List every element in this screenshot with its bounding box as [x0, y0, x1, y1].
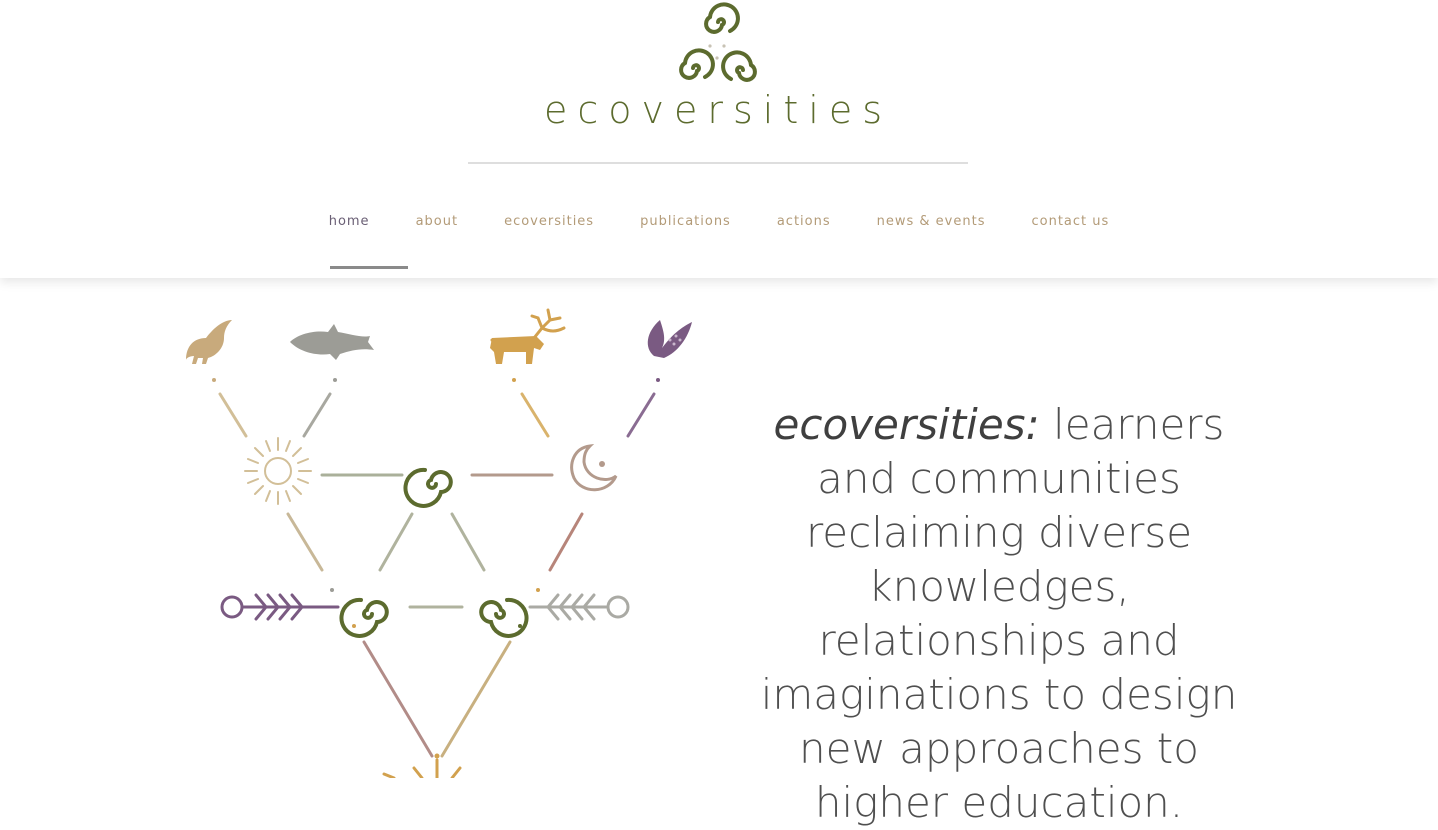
triple-spiral-icon[interactable] [668, 2, 768, 92]
nav-news-events[interactable]: news & events [877, 208, 986, 238]
nav-actions[interactable]: actions [777, 208, 831, 238]
moon-icon [570, 443, 618, 492]
hero-section: ecoversities: learners and communities r… [0, 278, 1438, 827]
arrow-right-icon [220, 593, 340, 621]
hero-tagline: ecoversities: learners and communities r… [740, 398, 1258, 830]
sun-icon [244, 437, 312, 505]
nav-ecoversities[interactable]: ecoversities [504, 208, 594, 238]
nav-publications[interactable]: publications [640, 208, 731, 238]
tagline-text: learners and communities reclaiming dive… [760, 400, 1238, 827]
spiral-icon [403, 467, 453, 508]
bird-icon [186, 320, 232, 364]
deer-icon [490, 308, 566, 364]
nav-about[interactable]: about [416, 208, 459, 238]
spiral-icon [339, 597, 529, 638]
knowledge-tree-illustration [186, 308, 692, 778]
sun-icon [382, 758, 462, 778]
connector-dots [212, 378, 660, 382]
logo-divider [418, 162, 1020, 164]
arrow-left-icon [528, 593, 630, 621]
fish-icon [290, 324, 374, 360]
nav-home[interactable]: home [329, 208, 370, 238]
main-nav: home about ecoversities publications act… [0, 208, 1438, 238]
nav-contact-us[interactable]: contact us [1031, 208, 1109, 238]
site-header: ecoversities home about ecoversities pub… [0, 0, 1438, 278]
tagline-emphasis: ecoversities: [773, 400, 1040, 449]
corn-icon [647, 320, 692, 358]
nav-active-indicator [330, 266, 408, 269]
logo-wordmark[interactable]: ecoversities [418, 88, 1018, 132]
